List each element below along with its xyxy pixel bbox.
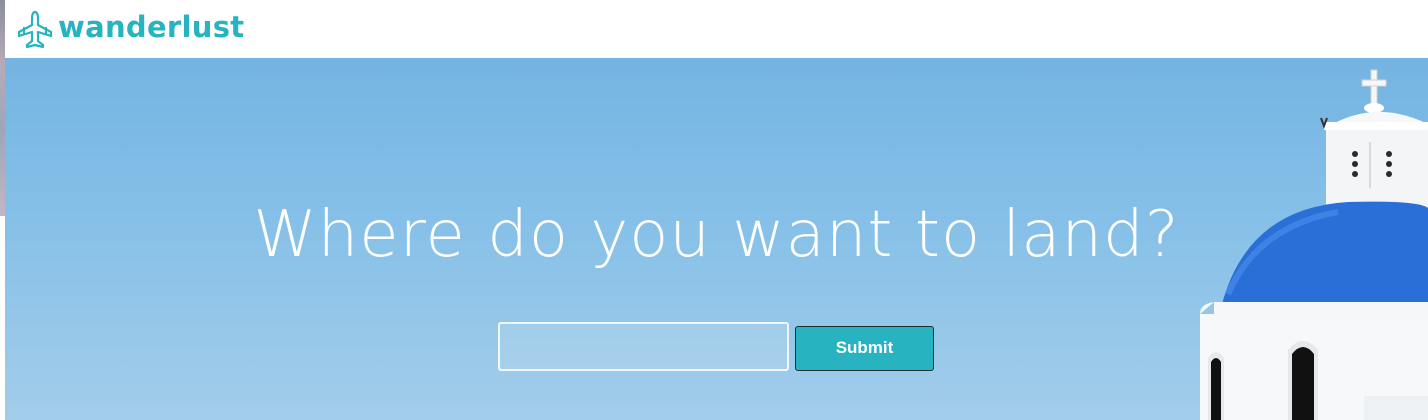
airplane-icon [15,9,55,49]
brand-logo-link[interactable]: wanderlust [15,9,244,49]
navbar: wanderlust [5,0,1428,58]
page: wanderlust Where do you want to land? Su… [0,0,1428,420]
destination-search-form: Submit [498,322,934,371]
hero-section: Where do you want to land? Submit [5,58,1428,420]
hero-headline: Where do you want to land? [253,198,1180,272]
submit-button[interactable]: Submit [795,325,934,371]
brand-name: wanderlust [58,10,245,44]
destination-search-input[interactable] [498,322,789,371]
